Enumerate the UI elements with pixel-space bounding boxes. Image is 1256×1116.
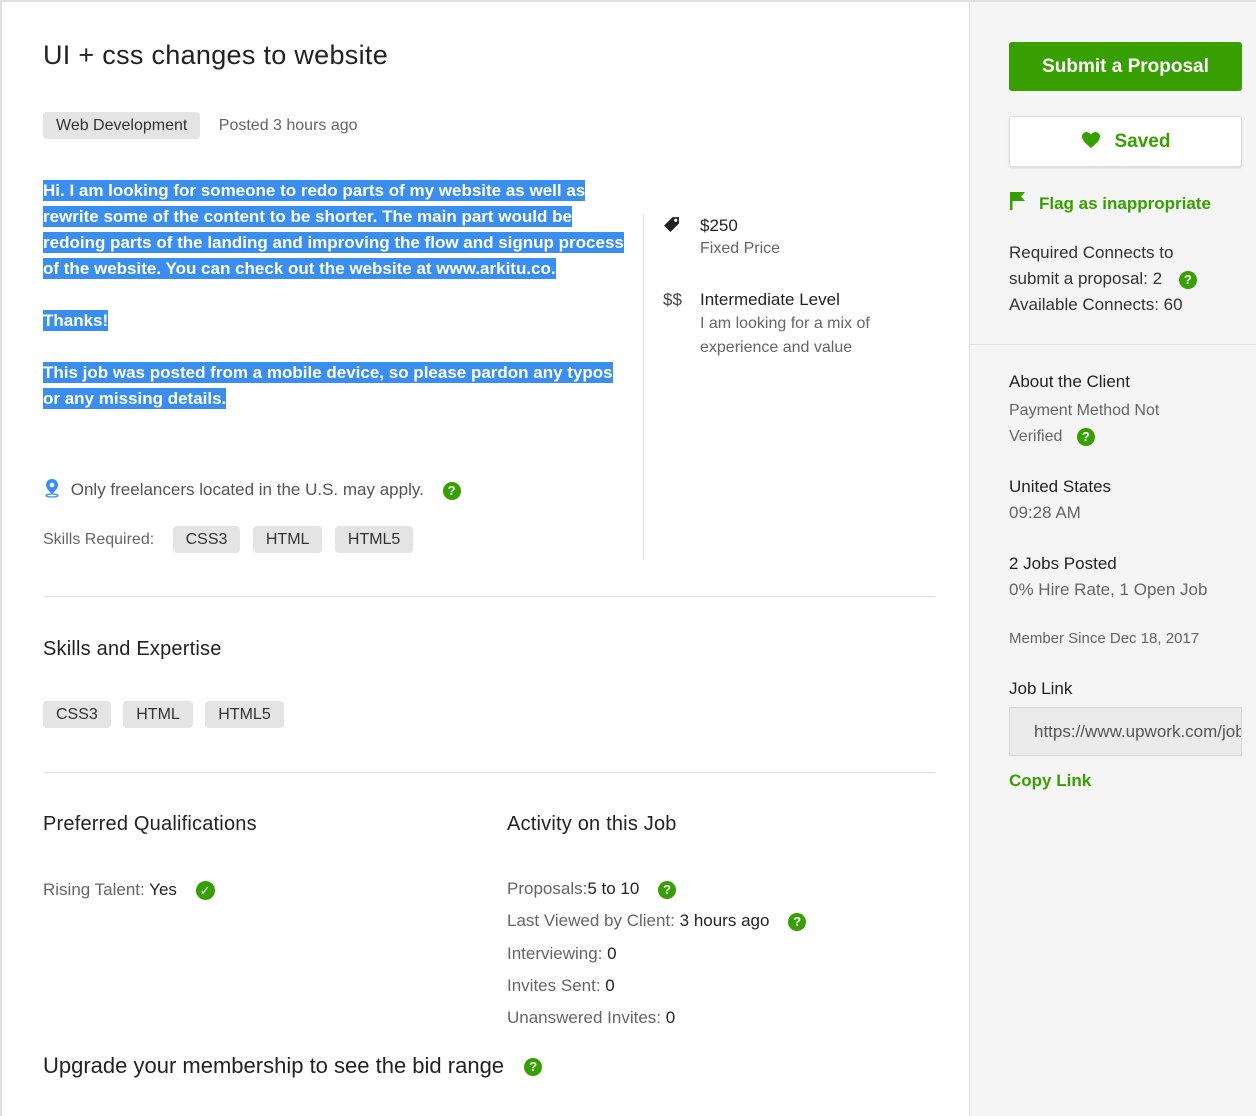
copy-link-button[interactable]: Copy Link bbox=[1009, 771, 1091, 791]
job-details-panel: UI + css changes to website Web Developm… bbox=[0, 0, 969, 1116]
description-paragraph: This job was posted from a mobile device… bbox=[43, 362, 613, 409]
available-connects: Available Connects: 60 bbox=[1009, 295, 1183, 314]
check-circle-icon: ✓ bbox=[195, 881, 215, 901]
rising-talent-value: Yes bbox=[149, 880, 177, 899]
proposals-value: 5 to 10 bbox=[587, 879, 640, 898]
flag-icon bbox=[1009, 191, 1027, 216]
unanswered-value: 0 bbox=[665, 1008, 676, 1027]
sidebar-divider bbox=[970, 344, 1256, 345]
flag-link[interactable]: Flag as inappropriate bbox=[1009, 191, 1211, 216]
skills-required-row: Skills Required: CSS3 HTML HTML5 bbox=[43, 526, 414, 553]
payment-line-row: Verified ? bbox=[1009, 424, 1249, 450]
skills-required-label: Skills Required: bbox=[43, 530, 155, 548]
upgrade-row: Upgrade your membership to see the bid r… bbox=[43, 1053, 543, 1079]
jobs-posted: 2 Jobs Posted bbox=[1009, 554, 1117, 573]
price-type: Fixed Price bbox=[700, 240, 781, 257]
help-icon[interactable]: ? bbox=[1178, 270, 1197, 289]
experience-level-desc: I am looking for a mix of experience and… bbox=[700, 315, 870, 356]
connects-line: Required Connects to bbox=[1009, 243, 1174, 262]
job-link-label: Job Link bbox=[1009, 679, 1073, 698]
last-viewed-row: Last Viewed by Client: 3 hours ago ? bbox=[507, 911, 807, 931]
hire-rate: 0% Hire Rate, 1 Open Job bbox=[1009, 580, 1208, 599]
skill-tag[interactable]: HTML bbox=[252, 526, 323, 553]
skill-tag[interactable]: HTML5 bbox=[205, 701, 284, 728]
help-icon[interactable]: ? bbox=[442, 481, 461, 500]
skill-tag[interactable]: CSS3 bbox=[172, 526, 241, 553]
help-icon[interactable]: ? bbox=[658, 880, 677, 899]
about-client-title: About the Client bbox=[1009, 372, 1130, 391]
job-title: UI + css changes to website bbox=[43, 40, 389, 70]
posted-time: Posted 3 hours ago bbox=[218, 117, 358, 134]
payment-status: Payment Method Not Verified ? bbox=[1009, 398, 1249, 450]
price-amount: $250 bbox=[700, 216, 738, 235]
saved-label: Saved bbox=[1114, 131, 1171, 152]
proposals-label: Proposals: bbox=[507, 879, 588, 898]
proposals-row: Proposals:5 to 10 ? bbox=[507, 879, 677, 899]
skills-section-title: Skills and Expertise bbox=[43, 638, 222, 660]
invites-row: Invites Sent: 0 bbox=[507, 976, 615, 996]
section-divider bbox=[43, 596, 935, 597]
interviewing-row: Interviewing: 0 bbox=[507, 944, 617, 964]
connects-info: Required Connects to submit a proposal: … bbox=[1009, 240, 1249, 318]
location-row: Only freelancers located in the U.S. may… bbox=[43, 478, 461, 503]
price-tag-icon bbox=[663, 216, 680, 238]
description-paragraph: Hi. I am looking for someone to redo par… bbox=[43, 180, 624, 279]
skill-tag[interactable]: HTML5 bbox=[334, 526, 414, 553]
last-viewed-value: 3 hours ago bbox=[679, 911, 770, 930]
skill-tag[interactable]: HTML bbox=[123, 701, 193, 728]
description-paragraph: Thanks! bbox=[43, 310, 109, 331]
connects-line: submit a proposal: 2 bbox=[1009, 269, 1163, 288]
payment-line: Verified bbox=[1009, 428, 1063, 445]
experience-level: Intermediate Level bbox=[700, 290, 840, 309]
unanswered-label: Unanswered Invites: bbox=[507, 1008, 662, 1027]
flag-label: Flag as inappropriate bbox=[1039, 194, 1211, 213]
map-pin-icon bbox=[43, 478, 61, 503]
heart-icon bbox=[1081, 119, 1101, 168]
client-country: United States bbox=[1009, 477, 1112, 496]
unanswered-row: Unanswered Invites: 0 bbox=[507, 1008, 675, 1028]
activity-title: Activity on this Job bbox=[507, 813, 677, 835]
help-icon[interactable]: ? bbox=[524, 1058, 543, 1077]
help-icon[interactable]: ? bbox=[1076, 427, 1095, 446]
skills-list: CSS3 HTML HTML5 bbox=[43, 701, 284, 728]
invites-label: Invites Sent: bbox=[507, 976, 601, 995]
last-viewed-label: Last Viewed by Client: bbox=[507, 911, 675, 930]
category-row: Web Development Posted 3 hours ago bbox=[43, 112, 358, 139]
payment-line: Payment Method Not bbox=[1009, 402, 1160, 419]
upgrade-text: Upgrade your membership to see the bid r… bbox=[43, 1053, 505, 1078]
interviewing-value: 0 bbox=[607, 944, 617, 963]
saved-button[interactable]: Saved bbox=[1009, 116, 1242, 167]
rising-talent-label: Rising Talent: bbox=[43, 880, 145, 899]
skill-tag[interactable]: CSS3 bbox=[43, 701, 111, 728]
category-tag[interactable]: Web Development bbox=[43, 112, 201, 139]
help-icon[interactable]: ? bbox=[788, 912, 807, 931]
job-description: Hi. I am looking for someone to redo par… bbox=[43, 178, 633, 438]
interviewing-label: Interviewing: bbox=[507, 944, 603, 963]
member-since: Member Since Dec 18, 2017 bbox=[1009, 630, 1200, 647]
connects-line-row: submit a proposal: 2 ? bbox=[1009, 266, 1249, 292]
vertical-divider bbox=[643, 214, 644, 560]
job-link-field[interactable]: https://www.upwork.com/jobs/ bbox=[1009, 707, 1242, 756]
section-divider bbox=[43, 772, 935, 773]
level-symbol: $$ bbox=[663, 290, 682, 309]
location-note: Only freelancers located in the U.S. may… bbox=[70, 480, 424, 499]
submit-proposal-button[interactable]: Submit a Proposal bbox=[1009, 42, 1242, 91]
invites-value: 0 bbox=[605, 976, 615, 995]
client-local-time: 09:28 AM bbox=[1009, 503, 1081, 522]
qualifications-title: Preferred Qualifications bbox=[43, 813, 257, 835]
rising-talent-row: Rising Talent: Yes ✓ bbox=[43, 880, 215, 901]
sidebar: Submit a Proposal Saved Flag as inapprop… bbox=[969, 0, 1256, 1116]
